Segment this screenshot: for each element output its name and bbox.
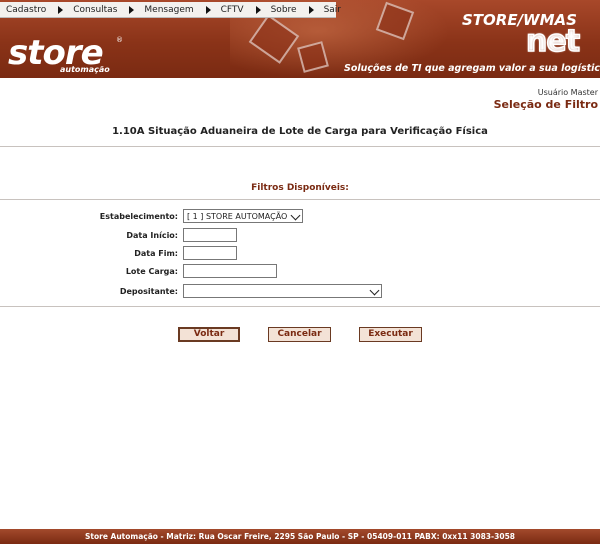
menu-label: Sobre [270, 4, 297, 15]
menu-label: Mensagem [144, 4, 194, 15]
executar-button[interactable]: Executar [359, 327, 422, 342]
chevron-down-icon [290, 210, 301, 221]
estabelecimento-value: [ 1 ] STORE AUTOMAÇÃO [187, 212, 288, 221]
menu-item-mensagem[interactable]: Mensagem [138, 5, 214, 15]
logo-subtitle: automação [60, 65, 110, 74]
menu-item-sair[interactable]: Sair [318, 5, 341, 15]
cancelar-button[interactable]: Cancelar [268, 327, 331, 342]
arrow-right-icon [58, 5, 64, 14]
menu-label: Sair [323, 4, 342, 15]
menu-item-consultas[interactable]: Consultas [67, 5, 138, 15]
current-user: Usuário Master [537, 88, 598, 97]
estabelecimento-select[interactable]: [ 1 ] STORE AUTOMAÇÃO [183, 209, 303, 223]
depositante-select[interactable] [183, 284, 382, 298]
data-inicio-label: Data Início: [126, 231, 178, 240]
menu-label: CFTV [220, 4, 244, 15]
arrow-right-icon [308, 5, 314, 14]
slogan: Soluções de TI que agregam valor a sua l… [344, 63, 600, 74]
footer: Store Automação - Matriz: Rua Oscar Frei… [0, 529, 600, 544]
divider [0, 146, 600, 147]
divider [0, 199, 600, 200]
data-inicio-input[interactable] [183, 228, 237, 242]
registered-mark: ® [116, 36, 123, 44]
product-suffix: net [525, 23, 581, 60]
menu-label: Cadastro [6, 4, 47, 15]
voltar-button[interactable]: Voltar [178, 327, 240, 342]
filters-heading: Filtros Disponíveis: [251, 183, 349, 193]
arrow-right-icon [255, 5, 261, 14]
divider [0, 306, 600, 307]
lote-carga-label: Lote Carga: [125, 267, 178, 276]
chevron-down-icon [369, 285, 380, 296]
depositante-label: Depositante: [119, 287, 178, 296]
header-banner: Cadastro Consultas Mensagem CFTV Sobre S… [0, 0, 600, 78]
page-title: 1.10A Situação Aduaneira de Lote de Carg… [112, 126, 488, 137]
menu-label: Consultas [73, 4, 118, 15]
data-fim-label: Data Fim: [134, 249, 178, 258]
arrow-right-icon [129, 5, 135, 14]
main-menu: Cadastro Consultas Mensagem CFTV Sobre S… [0, 2, 341, 18]
arrow-right-icon [205, 5, 211, 14]
page-subtitle: Seleção de Filtro [493, 98, 598, 111]
menu-item-sobre[interactable]: Sobre [265, 5, 318, 15]
menu-item-cadastro[interactable]: Cadastro [0, 5, 67, 15]
menu-item-cftv[interactable]: CFTV [215, 5, 265, 15]
data-fim-input[interactable] [183, 246, 237, 260]
estabelecimento-label: Estabelecimento: [99, 212, 178, 221]
lote-carga-input[interactable] [183, 264, 277, 278]
